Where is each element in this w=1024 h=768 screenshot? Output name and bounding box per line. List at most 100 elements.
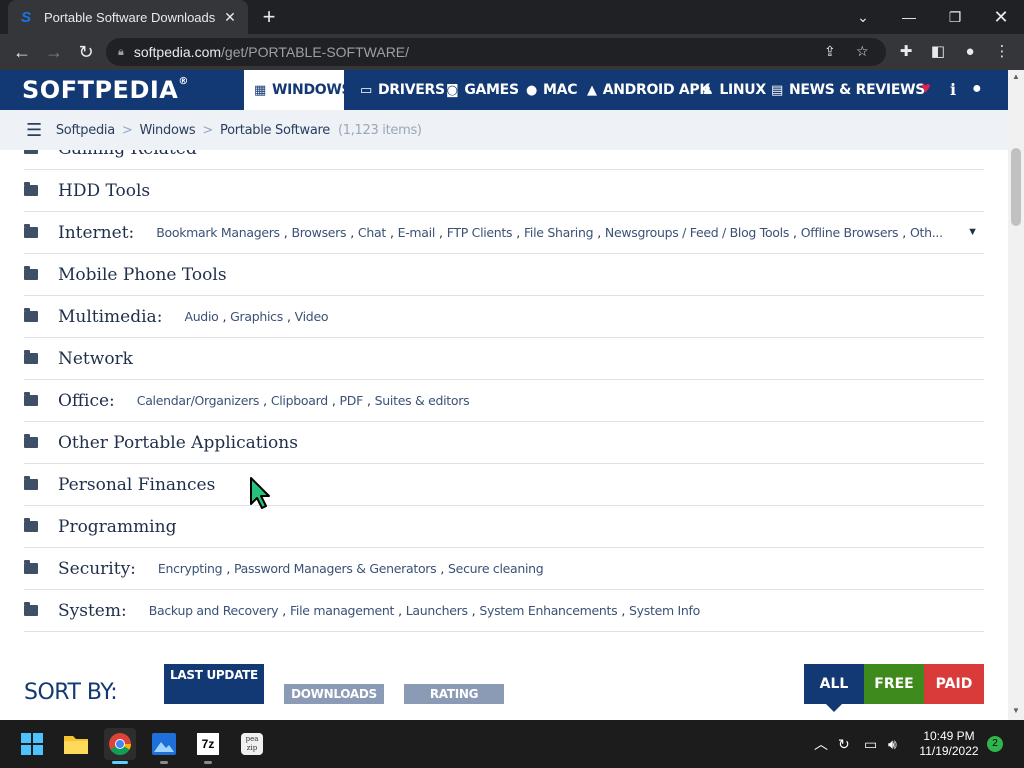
subcategory-link[interactable]: Chat [358,225,386,240]
sort-last-update-button[interactable]: LAST UPDATE [164,664,264,704]
sync-icon[interactable]: ↻ [838,720,850,768]
separator: , [597,225,601,240]
filter-paid-button[interactable]: PAID [924,664,984,704]
extensions-puzzle-icon[interactable]: ✚ [896,42,916,62]
separator: , [440,561,445,576]
nav-news-reviews[interactable]: ▤ NEWS & REVIEWS [771,70,925,110]
profile-icon[interactable]: ● [960,42,980,62]
hamburger-menu-icon[interactable]: ☰ [26,120,42,141]
expand-caret-icon[interactable]: ▼ [967,226,978,238]
share-icon[interactable]: ⇪ [824,43,836,60]
subcategory-link[interactable]: System Info [629,603,700,618]
sort-option-label: RATING [429,687,479,701]
nav-windows[interactable]: ▦ WINDOWS [244,70,352,110]
7zip-icon[interactable]: 7z [192,728,224,764]
menu-kebab-icon[interactable]: ⋮ [992,42,1012,62]
nav-label: GAMES [464,82,519,98]
category-link[interactable]: Security: [58,559,136,579]
heart-icon[interactable]: ♥ [921,80,931,98]
subcategory-link[interactable]: Oth... [910,225,943,240]
subcategory-link[interactable]: PDF [340,393,364,408]
scroll-up-arrow-icon[interactable]: ▲ [1008,70,1024,84]
subcategory-link[interactable]: Video [295,309,329,324]
subcategory-link[interactable]: Newsgroups / Feed / Blog Tools [605,225,789,240]
restore-button[interactable]: ❐ [932,0,978,34]
nav-android-apk[interactable]: ▲ ANDROID APK [587,70,710,110]
address-bar[interactable]: 🔒︎ softpedia.com/get/PORTABLE-SOFTWARE/ … [106,38,886,66]
filter-free-button[interactable]: FREE [864,664,924,704]
volume-icon[interactable]: 🔊︎ [888,720,897,768]
subcategory-link[interactable]: Secure cleaning [448,561,544,576]
category-link[interactable]: Personal Finances [58,475,215,495]
sort-rating-button[interactable]: RATING [404,684,504,704]
bookmark-star-icon[interactable]: ☆ [856,43,869,60]
user-icon[interactable]: ● [972,80,982,98]
category-link[interactable]: Internet: [58,223,134,243]
subcategory-link[interactable]: Offline Browsers [801,225,899,240]
close-window-button[interactable]: ✕ [978,0,1024,34]
category-link[interactable]: Programming [58,517,176,537]
breadcrumb-windows[interactable]: Windows [139,123,195,138]
category-link[interactable]: Other Portable Applications [58,433,298,453]
windows-start-icon[interactable] [16,728,48,760]
clock-time: 10:49 PM [923,729,975,743]
subcategory-link[interactable]: Password Managers & Generators [234,561,437,576]
side-panel-icon[interactable]: ◧ [928,42,948,62]
category-link[interactable]: System: [58,601,127,621]
subcategory-link[interactable]: E-mail [398,225,436,240]
sort-bar: SORT BY: LAST UPDATE DOWNLOADS RATING AL… [0,664,1008,720]
forward-button[interactable]: → [42,40,66,64]
breadcrumb-softpedia[interactable]: Softpedia [56,123,115,138]
info-icon[interactable]: i [950,80,956,99]
separator: , [366,393,371,408]
subcategory-link[interactable]: File Sharing [524,225,594,240]
subcategory-link[interactable]: Calendar/Organizers [137,393,260,408]
tab-search-chevron-icon[interactable]: ⌄ [840,0,886,34]
category-link[interactable]: Network [58,349,133,369]
browser-tab[interactable]: S Portable Software Downloads ✕ [8,0,248,34]
subcategory-link[interactable]: Clipboard [271,393,328,408]
category-link[interactable]: HDD Tools [58,181,150,201]
minimize-button[interactable]: — [886,0,932,34]
back-button[interactable]: ← [10,40,34,64]
subcategory-link[interactable]: Audio [184,309,218,324]
new-tab-button[interactable]: + [258,6,280,28]
category-link[interactable]: Office: [58,391,115,411]
subcategory-link[interactable]: Suites & editors [375,393,470,408]
subcategory-link[interactable]: File management [290,603,394,618]
peazip-icon[interactable]: pea zip [236,728,268,760]
subcategory-link[interactable]: Backup and Recovery [149,603,279,618]
show-hidden-icons-chevron-icon[interactable]: ︿ [814,720,828,768]
nav-drivers[interactable]: ▭ DRIVERS [360,70,445,110]
nav-games[interactable]: ◙ GAMES [446,70,519,110]
scroll-down-arrow-icon[interactable]: ▼ [1008,704,1024,718]
subcategory-link[interactable]: System Enhancements [479,603,617,618]
scrollbar-thumb[interactable] [1011,148,1021,226]
page-scrollbar[interactable]: ▲ ▼ [1008,70,1024,720]
subcategory-link[interactable]: Launchers [406,603,468,618]
softpedia-logo[interactable]: SOFTPEDIA® [22,76,189,104]
close-tab-icon[interactable]: ✕ [222,9,238,25]
sort-downloads-button[interactable]: DOWNLOADS [284,684,384,704]
site-header: SOFTPEDIA® ▦ WINDOWS ▭ DRIVERS ◙ GAMES ● MAC… [0,70,1008,110]
subcategory-link[interactable]: Browsers [291,225,346,240]
subcategory-link[interactable]: Graphics [230,309,283,324]
reload-button[interactable]: ↻ [74,40,98,64]
nav-mac[interactable]: ● MAC [526,70,578,110]
category-link[interactable]: Multimedia: [58,307,162,327]
category-link[interactable]: Gaming Related [58,150,197,159]
subcategory-list: Encrypting, Password Managers & Generator… [158,561,544,576]
filter-all-button[interactable]: ALL [804,664,864,704]
category-link[interactable]: Mobile Phone Tools [58,265,227,285]
breadcrumb-portable-software[interactable]: Portable Software [220,123,330,138]
clock[interactable]: 10:49 PM 11/19/2022 [912,729,986,759]
subcategory-link[interactable]: Bookmark Managers [156,225,280,240]
network-icon[interactable]: ▭ [864,720,877,768]
photos-icon[interactable] [148,728,180,764]
nav-linux[interactable]: ♟ LINUX [702,70,766,110]
file-explorer-icon[interactable] [60,728,92,760]
subcategory-link[interactable]: Encrypting [158,561,223,576]
subcategory-link[interactable]: FTP Clients [447,225,513,240]
chrome-icon[interactable] [104,728,136,764]
notification-badge[interactable]: 2 [987,736,1003,752]
